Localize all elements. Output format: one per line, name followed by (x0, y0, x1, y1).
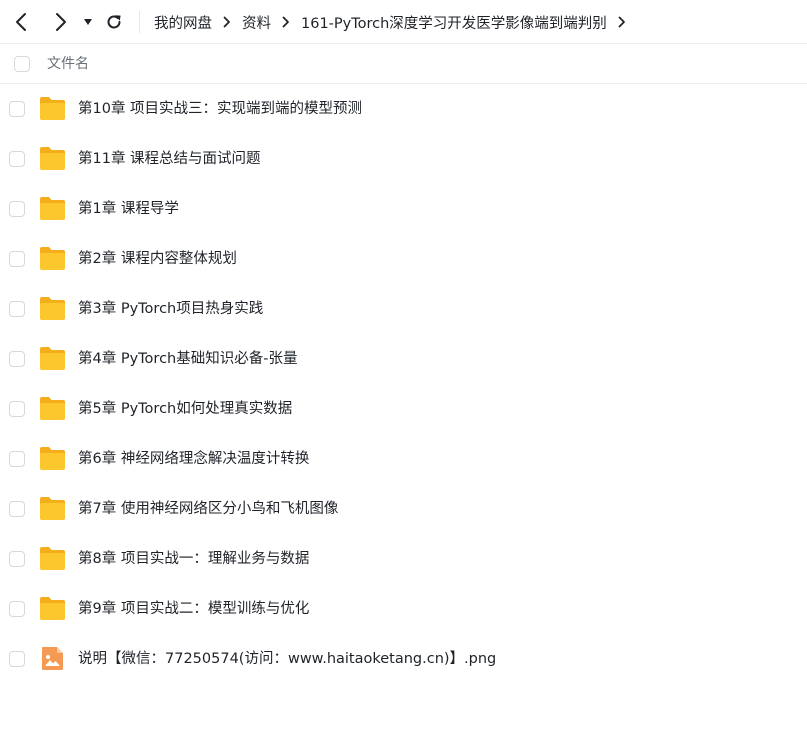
file-row[interactable]: 第8章 项目实战一：理解业务与数据 (0, 534, 807, 584)
file-row[interactable]: 第11章 课程总结与面试问题 (0, 134, 807, 184)
select-all-checkbox[interactable] (14, 56, 30, 72)
file-row[interactable]: 第9章 项目实战二：模型训练与优化 (0, 584, 807, 634)
file-name[interactable]: 第3章 PyTorch项目热身实践 (78, 284, 263, 334)
row-checkbox[interactable] (9, 351, 25, 367)
row-checkbox[interactable] (9, 601, 25, 617)
file-row[interactable]: 第4章 PyTorch基础知识必备-张量 (0, 334, 807, 384)
row-checkbox[interactable] (9, 251, 25, 267)
file-list: 第10章 项目实战三：实现端到端的模型预测 第11章 课程总结与面试问题 第1章 课… (0, 84, 807, 684)
breadcrumb-expand-icon[interactable] (618, 16, 626, 28)
file-row[interactable]: 第7章 使用神经网络区分小鸟和飞机图像 (0, 484, 807, 534)
row-checkbox[interactable] (9, 551, 25, 567)
file-name[interactable]: 第2章 课程内容整体规划 (78, 234, 237, 284)
row-checkbox[interactable] (9, 501, 25, 517)
file-name[interactable]: 第6章 神经网络理念解决温度计转换 (78, 434, 309, 484)
file-name[interactable]: 第10章 项目实战三：实现端到端的模型预测 (78, 84, 362, 134)
file-row[interactable]: 第5章 PyTorch如何处理真实数据 (0, 384, 807, 434)
folder-icon (39, 446, 66, 471)
folder-icon (39, 546, 66, 571)
history-dropdown-button[interactable] (81, 0, 95, 44)
folder-icon (39, 296, 66, 321)
folder-icon (39, 596, 66, 621)
row-checkbox[interactable] (9, 401, 25, 417)
caret-down-icon (84, 18, 92, 25)
folder-icon (39, 96, 66, 121)
row-checkbox[interactable] (9, 451, 25, 467)
name-column-header[interactable]: 文件名 (47, 45, 89, 83)
breadcrumb-separator-icon (223, 16, 231, 28)
file-name[interactable]: 第5章 PyTorch如何处理真实数据 (78, 384, 292, 434)
file-row[interactable]: 第3章 PyTorch项目热身实践 (0, 284, 807, 334)
file-row[interactable]: 第6章 神经网络理念解决温度计转换 (0, 434, 807, 484)
file-name[interactable]: 第4章 PyTorch基础知识必备-张量 (78, 334, 297, 384)
refresh-icon (107, 14, 121, 28)
breadcrumb-item-my-drive[interactable]: 我的网盘 (154, 12, 212, 33)
row-checkbox[interactable] (9, 101, 25, 117)
refresh-button[interactable] (104, 0, 124, 44)
forward-button[interactable] (50, 0, 72, 44)
toolbar-divider (139, 11, 140, 33)
file-name[interactable]: 说明【微信：77250574(访问：www.haitaoketang.cn)】.… (78, 634, 496, 684)
toolbar: 我的网盘 资料 161-PyTorch深度学习开发医学影像端到端判别 (0, 0, 807, 44)
file-row[interactable]: 第1章 课程导学 (0, 184, 807, 234)
folder-icon (39, 146, 66, 171)
folder-icon (39, 496, 66, 521)
row-checkbox[interactable] (9, 151, 25, 167)
breadcrumb-item-current-folder[interactable]: 161-PyTorch深度学习开发医学影像端到端判别 (301, 12, 607, 33)
breadcrumb-item-materials[interactable]: 资料 (242, 12, 271, 33)
file-list-header: 文件名 (0, 45, 807, 84)
row-checkbox[interactable] (9, 201, 25, 217)
file-name[interactable]: 第7章 使用神经网络区分小鸟和飞机图像 (78, 484, 338, 534)
folder-icon (39, 196, 66, 221)
file-name[interactable]: 第9章 项目实战二：模型训练与优化 (78, 584, 309, 634)
file-name[interactable]: 第8章 项目实战一：理解业务与数据 (78, 534, 309, 584)
image-file-icon (39, 646, 66, 671)
file-row[interactable]: 说明【微信：77250574(访问：www.haitaoketang.cn)】.… (0, 634, 807, 684)
row-checkbox[interactable] (9, 651, 25, 667)
folder-icon (39, 246, 66, 271)
file-name[interactable]: 第11章 课程总结与面试问题 (78, 134, 261, 184)
row-checkbox[interactable] (9, 301, 25, 317)
file-row[interactable]: 第2章 课程内容整体规划 (0, 234, 807, 284)
file-row[interactable]: 第10章 项目实战三：实现端到端的模型预测 (0, 84, 807, 134)
breadcrumb-separator-icon (282, 16, 290, 28)
breadcrumb: 我的网盘 资料 161-PyTorch深度学习开发医学影像端到端判别 (154, 0, 637, 44)
chevron-right-icon (56, 12, 66, 31)
chevron-left-icon (16, 12, 26, 31)
folder-icon (39, 346, 66, 371)
back-button[interactable] (10, 0, 32, 44)
folder-icon (39, 396, 66, 421)
file-name[interactable]: 第1章 课程导学 (78, 184, 179, 234)
